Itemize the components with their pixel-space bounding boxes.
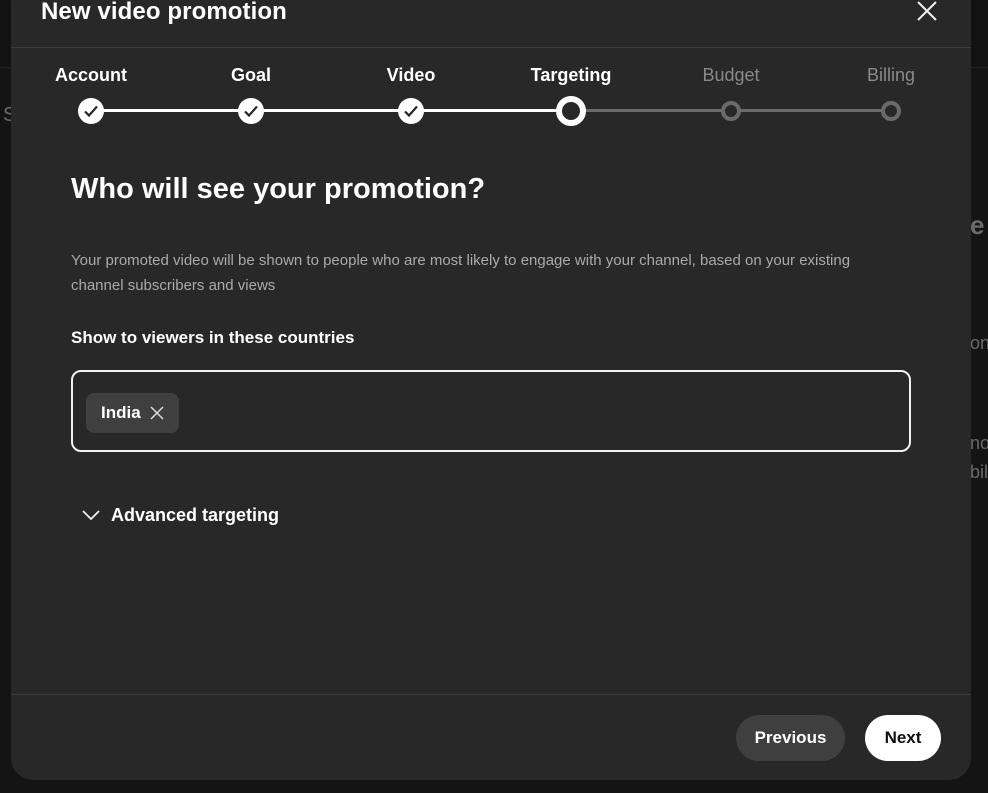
progress-stepper: Account Goal Video Targeting Budget Bill… (11, 65, 971, 145)
dialog-footer: Previous Next (11, 694, 971, 780)
next-button[interactable]: Next (865, 715, 941, 761)
checkmark-icon (244, 105, 258, 118)
step-dot-budget (721, 101, 741, 121)
close-button[interactable] (911, 0, 943, 27)
step-label-billing: Billing (866, 65, 916, 85)
close-icon (917, 1, 937, 21)
checkmark-icon (404, 105, 418, 118)
background-fragment: bili (970, 462, 988, 482)
background-fragment: e (970, 210, 985, 240)
countries-input[interactable]: India (71, 370, 911, 452)
remove-country-button[interactable] (148, 404, 166, 422)
background-fragment: no (970, 433, 988, 453)
step-dot-account (78, 98, 104, 124)
step-dot-billing (881, 101, 901, 121)
step-label-targeting: Targeting (530, 65, 612, 85)
country-chip-label: India (101, 403, 141, 422)
section-heading: Who will see your promotion? (71, 173, 486, 205)
countries-label: Show to viewers in these countries (71, 328, 355, 347)
previous-button[interactable]: Previous (736, 715, 845, 761)
checkmark-icon (84, 105, 98, 118)
promotion-dialog: New video promotion Account Goal Video T… (11, 0, 971, 780)
step-dot-targeting (556, 96, 586, 126)
advanced-targeting-toggle[interactable]: Advanced targeting (71, 501, 279, 529)
step-label-account: Account (55, 65, 127, 85)
section-description: Your promoted video will be shown to peo… (71, 252, 851, 294)
dialog-title: New video promotion (41, 0, 287, 25)
advanced-targeting-label: Advanced targeting (111, 504, 280, 525)
step-label-video: Video (386, 65, 436, 85)
stepper-track-done (91, 109, 571, 112)
country-chip: India (86, 393, 179, 433)
step-label-goal: Goal (230, 65, 271, 85)
step-dot-goal (238, 98, 264, 124)
close-icon (150, 406, 164, 420)
background-fragment: on (970, 333, 988, 353)
dialog-header: New video promotion (11, 0, 971, 48)
step-dot-video (398, 98, 424, 124)
step-label-budget: Budget (702, 65, 760, 85)
chevron-down-icon (82, 510, 100, 521)
